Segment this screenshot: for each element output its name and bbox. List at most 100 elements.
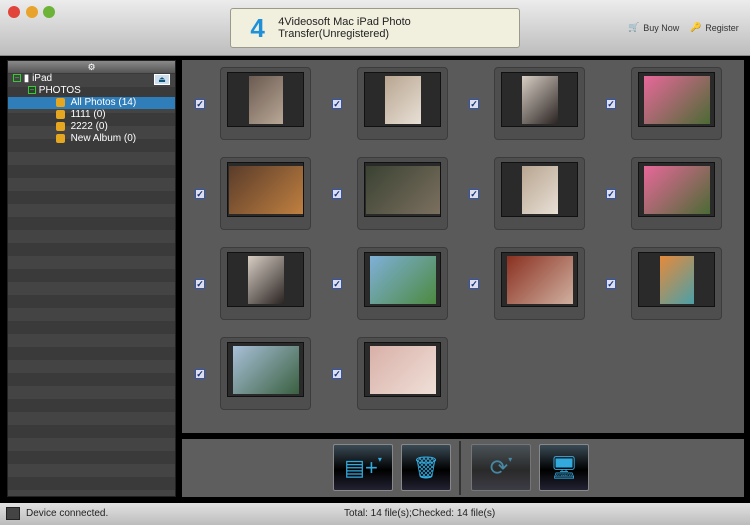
photo-thumbnail <box>247 255 284 304</box>
photo-frame <box>638 162 715 217</box>
photo-item[interactable] <box>494 67 585 140</box>
photo-thumbnail <box>521 75 558 124</box>
photo-checkbox[interactable]: ✓ <box>469 279 479 289</box>
minimize-button[interactable] <box>26 6 38 18</box>
photo-item[interactable] <box>357 157 448 230</box>
cart-icon: 🛒 <box>628 22 640 32</box>
photo-checkbox[interactable]: ✓ <box>469 99 479 109</box>
album-label: 1111 (0) <box>70 109 106 120</box>
transfer-to-device-button[interactable]: ⟳▾ <box>471 444 531 491</box>
app-title-box: 4 4Videosoft Mac iPad Photo Transfer(Unr… <box>230 8 520 48</box>
title-bar: 4 4Videosoft Mac iPad Photo Transfer(Unr… <box>0 0 750 56</box>
photo-item[interactable] <box>220 157 311 230</box>
photo-item[interactable] <box>220 247 311 320</box>
photo-frame <box>227 342 304 397</box>
file-count-text: Total: 14 file(s);Checked: 14 file(s) <box>344 508 496 519</box>
photo-item[interactable] <box>494 247 585 320</box>
photo-thumbnail <box>521 165 558 214</box>
app-logo-icon: 4 <box>250 12 265 43</box>
device-status-icon <box>6 507 20 520</box>
photo-thumbnail <box>248 75 283 124</box>
photo-checkbox[interactable]: ✓ <box>195 189 205 199</box>
device-status-text: Device connected. <box>26 508 109 519</box>
photo-frame <box>501 162 578 217</box>
photo-checkbox[interactable]: ✓ <box>332 369 342 379</box>
register-label: Register <box>705 22 739 33</box>
add-photo-button[interactable]: ▤+▾ <box>333 444 393 491</box>
photo-thumbnail <box>228 165 303 214</box>
tree-item-ipad[interactable]: − ▮ iPad ⏏ <box>8 73 175 85</box>
photo-frame <box>638 252 715 307</box>
collapse-icon[interactable]: − <box>13 74 21 83</box>
album-label: 2222 (0) <box>70 121 108 132</box>
ipad-icon: ▮ <box>23 73 30 84</box>
photo-checkbox[interactable]: ✓ <box>195 369 205 379</box>
photo-checkbox[interactable]: ✓ <box>606 279 616 289</box>
close-button[interactable] <box>8 6 20 18</box>
album-icon <box>56 133 65 143</box>
photo-frame <box>227 252 304 307</box>
photo-checkbox[interactable]: ✓ <box>332 189 342 199</box>
collapse-icon[interactable]: − <box>28 86 36 95</box>
photo-frame <box>638 72 715 127</box>
app-title: 4Videosoft Mac iPad Photo Transfer(Unreg… <box>278 16 411 40</box>
photo-thumbnail <box>384 75 421 124</box>
photo-item[interactable] <box>631 157 722 230</box>
buy-now-label: Buy Now <box>643 22 680 33</box>
photo-checkbox[interactable]: ✓ <box>469 189 479 199</box>
dropdown-arrow-icon[interactable]: ▾ <box>378 455 382 464</box>
key-icon: 🔑 <box>690 22 702 32</box>
photo-frame <box>364 72 441 127</box>
photo-thumbnail <box>659 255 694 304</box>
eject-icon[interactable]: ⏏ <box>154 74 170 85</box>
export-to-computer-icon: 🖥 <box>550 455 578 480</box>
photo-thumbnail <box>369 345 436 394</box>
export-to-computer-button[interactable]: 🖥 <box>539 444 589 491</box>
status-bar: Device connected. Total: 14 file(s);Chec… <box>0 503 750 525</box>
group-label: PHOTOS <box>38 85 81 96</box>
photo-item[interactable] <box>357 67 448 140</box>
photo-frame <box>364 252 441 307</box>
photo-thumbnail <box>365 165 440 214</box>
album-label: New Album (0) <box>70 133 137 144</box>
toolbar-divider <box>459 441 461 495</box>
register-link[interactable]: 🔑 Register <box>690 22 739 33</box>
photo-checkbox[interactable]: ✓ <box>606 99 616 109</box>
album-item[interactable]: 2222 (0) <box>8 121 175 133</box>
transfer-to-device-icon: ⟳ <box>489 455 509 480</box>
photo-thumbnail <box>369 255 436 304</box>
buy-now-link[interactable]: 🛒 Buy Now <box>628 22 679 33</box>
photo-item[interactable] <box>357 247 448 320</box>
photo-item[interactable] <box>631 67 722 140</box>
dropdown-arrow-icon[interactable]: ▾ <box>508 455 512 464</box>
album-icon <box>56 109 65 119</box>
photo-checkbox[interactable]: ✓ <box>195 99 205 109</box>
album-icon <box>56 121 65 131</box>
photo-item[interactable] <box>357 337 448 410</box>
gear-icon[interactable]: ⚙ <box>8 61 175 73</box>
album-item[interactable]: 1111 (0) <box>8 109 175 121</box>
zoom-button[interactable] <box>43 6 55 18</box>
photo-frame <box>364 342 441 397</box>
photo-checkbox[interactable]: ✓ <box>195 279 205 289</box>
photo-checkbox[interactable]: ✓ <box>332 279 342 289</box>
photo-frame <box>501 252 578 307</box>
photo-checkbox[interactable]: ✓ <box>332 99 342 109</box>
photo-item[interactable] <box>631 247 722 320</box>
album-item[interactable]: All Photos (14) <box>8 97 175 109</box>
photo-item[interactable] <box>220 67 311 140</box>
photo-item[interactable] <box>220 337 311 410</box>
tree-item-photos[interactable]: − PHOTOS <box>8 85 175 97</box>
album-item[interactable]: New Album (0) <box>8 133 175 145</box>
photo-checkbox[interactable]: ✓ <box>606 189 616 199</box>
photo-thumbnail <box>643 165 710 214</box>
photo-thumbnail <box>232 345 299 394</box>
sidebar: ⚙ − ▮ iPad ⏏ − PHOTOS All Photos (14) 111… <box>7 60 176 497</box>
bottom-toolbar: ▤+▾ 🗑 ⟳▾ 🖥 <box>182 439 744 497</box>
photo-frame <box>501 72 578 127</box>
photo-item[interactable] <box>494 157 585 230</box>
delete-icon: 🗑 <box>412 455 440 480</box>
photo-thumbnail <box>506 255 573 304</box>
delete-button[interactable]: 🗑 <box>401 444 451 491</box>
album-label: All Photos (14) <box>70 97 137 108</box>
